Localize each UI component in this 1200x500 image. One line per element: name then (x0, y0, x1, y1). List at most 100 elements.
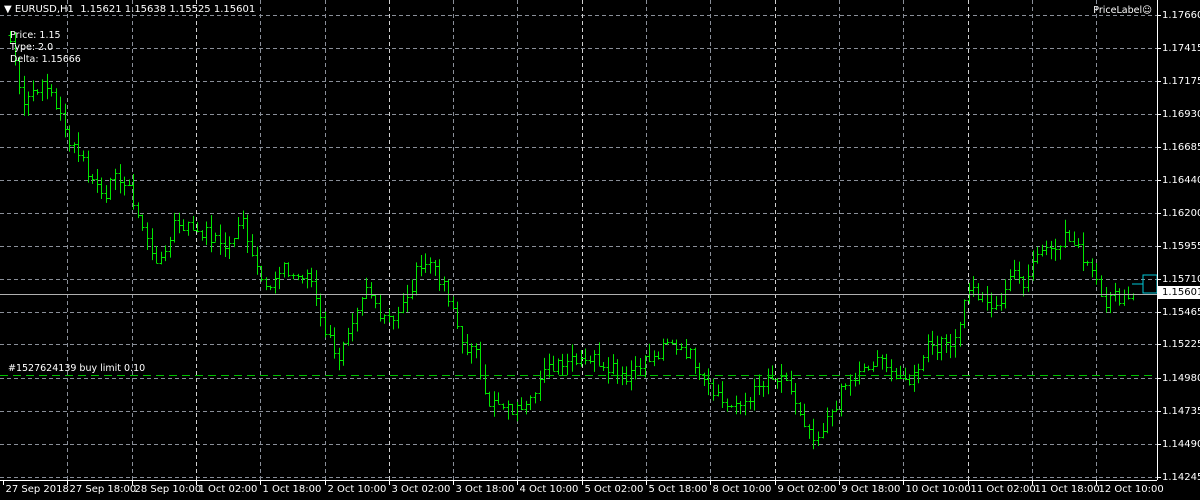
x-tick-label: 3 Oct 18:00 (455, 484, 515, 495)
ohlc-bar (853, 372, 858, 387)
ohlc-bar (245, 214, 250, 253)
ohlc-bar (501, 403, 506, 410)
y-tick-label: 1.14245 (1162, 471, 1200, 483)
ohlc-bar (26, 91, 31, 116)
ohlc-bar (35, 89, 40, 95)
ohlc-bar (784, 372, 789, 382)
ohlc-bar (469, 343, 474, 364)
ohlc-bar (154, 246, 159, 264)
price-label-box[interactable] (1142, 274, 1158, 294)
ohlc-bar (387, 309, 392, 323)
ohlc-bar (54, 88, 59, 110)
ohlc-bar (1090, 258, 1095, 278)
ohlc-bar (423, 253, 428, 273)
ohlc-bar (118, 164, 123, 194)
x-tick-label: 27 Sep 18:00 (69, 484, 137, 495)
ohlc-bar (49, 84, 54, 97)
ohlc-bar (711, 378, 716, 401)
ohlc-bar (346, 327, 351, 346)
ohlc-bar (862, 363, 867, 373)
ohlc-bar (989, 292, 994, 318)
ohlc-bar (601, 362, 606, 372)
ohlc-bar (396, 306, 401, 329)
ohlc-bar (1008, 269, 1013, 292)
x-tick-label: 11 Oct 02:00 (970, 484, 1036, 495)
ohlc-bar (136, 202, 141, 219)
ohlc-bar (108, 177, 113, 200)
ohlc-bar (560, 353, 565, 376)
ohlc-bar (921, 355, 926, 372)
ohlc-bar (163, 245, 168, 262)
ohlc-bar (337, 347, 342, 371)
ohlc-bar (821, 423, 826, 439)
x-tick-label: 9 Oct 18:00 (841, 484, 901, 495)
ohlc-bar (314, 270, 319, 307)
ohlc-bar (382, 314, 387, 324)
ohlc-bar (506, 400, 511, 420)
ohlc-bar (1035, 246, 1040, 264)
ohlc-bar (1126, 286, 1131, 300)
ohlc-bar (309, 267, 314, 288)
ohlc-bar (898, 365, 903, 379)
ohlc-bar (204, 221, 209, 246)
ohlc-bar (191, 216, 196, 231)
ohlc-bar (1063, 219, 1068, 248)
ohlc-bar (428, 257, 433, 274)
ohlc-bar (894, 368, 899, 380)
ohlc-bar (935, 335, 940, 360)
ohlc-bar (706, 368, 711, 396)
ohlc-bar (916, 363, 921, 384)
ohlc-bar (1104, 286, 1109, 313)
ohlc-bar (999, 292, 1004, 311)
dropdown-triangle-icon[interactable]: ▼ (4, 4, 15, 15)
x-tick-label: 9 Oct 02:00 (777, 484, 837, 495)
y-tick-label: 1.14490 (1162, 438, 1200, 450)
ohlc-bar (465, 333, 470, 356)
ohlc-bar (1099, 275, 1104, 297)
ohlc-bar (953, 329, 958, 358)
price-chart[interactable] (0, 0, 1200, 500)
ohlc-bar (1094, 263, 1099, 285)
ohlc-bar (487, 391, 492, 407)
ohlc-bar (926, 334, 931, 363)
ohlc-bar (875, 350, 880, 367)
ohlc-bar (1026, 264, 1031, 292)
x-tick-label: 5 Oct 02:00 (584, 484, 644, 495)
ohlc-bar (793, 383, 798, 415)
indicator-label[interactable]: PriceLabel☺ (1093, 5, 1152, 16)
ohlc-bar (86, 150, 91, 183)
ohlc-bar (1053, 238, 1058, 261)
ohlc-bar (588, 355, 593, 364)
ohlc-bar (738, 401, 743, 415)
ohlc-bar (652, 350, 657, 367)
ohlc-bar (58, 96, 63, 121)
ohlc-bar (939, 336, 944, 361)
ohlc-bar (277, 266, 282, 290)
chart-header[interactable]: ▼ EURUSD,H1 1.15621 1.15638 1.15525 1.15… (4, 4, 255, 15)
ohlc-bar (533, 392, 538, 404)
order-label: #1527624139 buy limit 0.10 (8, 363, 146, 374)
ohlc-bar (1003, 279, 1008, 309)
ohlc-bar (857, 361, 862, 385)
ohlc-bar (976, 283, 981, 301)
ohlc-bar (391, 315, 396, 330)
ohlc-bars (8, 31, 1136, 450)
ohlc-bar (181, 219, 186, 231)
ohlc-bar (880, 354, 885, 370)
ohlc-bar (688, 347, 693, 359)
ohlc-bar (907, 374, 912, 386)
ohlc-bar (332, 327, 337, 359)
ohlc-bar (31, 80, 36, 102)
ohlc-bar (355, 307, 360, 332)
current-price-label: 1.15601 (1158, 286, 1200, 299)
ohlc-bar (236, 217, 241, 240)
ohlc-bar (583, 348, 588, 365)
ohlc-bar (218, 224, 223, 255)
ohlc-bar (1058, 245, 1063, 260)
ohlc-bar (232, 238, 237, 248)
ohlc-bar (542, 357, 547, 383)
ohlc-bar (1108, 292, 1113, 314)
ohlc-bar (1117, 288, 1122, 306)
ohlc-bar (318, 293, 323, 327)
ohlc-bar (547, 353, 552, 378)
